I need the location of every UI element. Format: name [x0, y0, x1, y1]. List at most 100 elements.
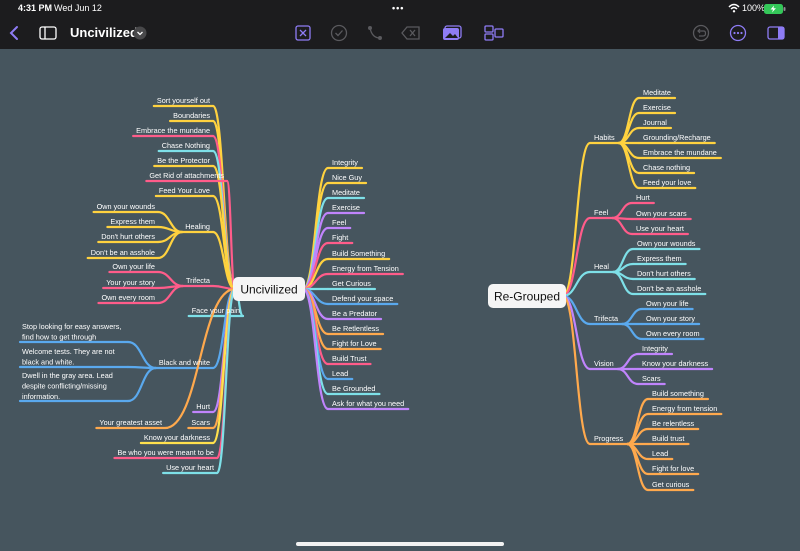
topic-label[interactable]: Embrace the mundane: [136, 126, 210, 135]
topic-label[interactable]: Ask for what you need: [332, 399, 404, 408]
topic-label[interactable]: Don't be an asshole: [91, 248, 155, 257]
topic-label[interactable]: Feel: [332, 218, 347, 227]
topic-label[interactable]: Exercise: [643, 103, 671, 112]
topic-label[interactable]: Get curious: [652, 480, 690, 489]
topic-label[interactable]: Don't be an asshole: [637, 284, 701, 293]
checkmark-circle-icon[interactable]: [328, 22, 350, 44]
topic-label[interactable]: Know your darkness: [642, 359, 708, 368]
topic-label[interactable]: Integrity: [642, 344, 668, 353]
topic-label[interactable]: Use your heart: [166, 463, 214, 472]
connection-icon[interactable]: [364, 22, 386, 44]
topic-label[interactable]: Feed your love: [643, 178, 691, 187]
more-options-icon[interactable]: [727, 22, 749, 44]
topic-label[interactable]: Use your heart: [636, 224, 684, 233]
branch-connector: [616, 367, 640, 386]
topic-label[interactable]: Lead: [332, 369, 348, 378]
topic-label[interactable]: Own your scars: [636, 209, 687, 218]
branch-connector: [611, 262, 635, 274]
topic-label[interactable]: Hurt: [636, 193, 650, 202]
image-icon[interactable]: [441, 22, 463, 44]
topic-label[interactable]: Be Grounded: [332, 384, 375, 393]
topic-label[interactable]: Dwell in the gray area. Lead despite conf…: [22, 371, 113, 401]
title-menu-chevron-down-icon[interactable]: [131, 24, 149, 42]
topic-label[interactable]: Chase nothing: [643, 163, 690, 172]
topic-label[interactable]: Know your darkness: [144, 433, 210, 442]
topic-label[interactable]: Journal: [643, 118, 667, 127]
status-bar: 4:31 PM Wed Jun 12 ••• 100%: [0, 0, 800, 18]
delete-left-icon[interactable]: [400, 22, 422, 44]
topic-label[interactable]: Own every room: [646, 329, 700, 338]
topic-label[interactable]: Scars: [642, 374, 661, 383]
mindmap[interactable]: Sort yourself out Boundaries Embrace the m…: [0, 49, 800, 551]
topic-label[interactable]: Trifecta: [186, 276, 211, 285]
topic-label[interactable]: Own your life: [646, 299, 689, 308]
topic-label[interactable]: Don't hurt others: [637, 269, 691, 278]
topic-label[interactable]: Healing: [185, 222, 210, 231]
topic-label[interactable]: Express them: [110, 217, 155, 226]
topic-label[interactable]: Own every room: [101, 293, 155, 302]
topic-label[interactable]: Energy from Tension: [332, 264, 399, 273]
topic-label[interactable]: Chase Nothing: [162, 141, 210, 150]
sidebar-toggle-icon[interactable]: [37, 22, 59, 44]
topic-label[interactable]: Fight for love: [652, 464, 694, 473]
topic-label[interactable]: Build Something: [332, 249, 385, 258]
topic-label[interactable]: Build trust: [652, 434, 684, 443]
topic-label[interactable]: Meditate: [643, 88, 671, 97]
topic-label[interactable]: Hurt: [196, 402, 210, 411]
topic-label[interactable]: Express them: [637, 254, 682, 263]
topic-label[interactable]: Feel: [594, 208, 609, 217]
topic-label[interactable]: Be relentless: [652, 419, 695, 428]
topic-label[interactable]: Exercise: [332, 203, 360, 212]
topic-label[interactable]: Fight for Love: [332, 339, 377, 348]
topic-label[interactable]: Nice Guy: [332, 173, 362, 182]
topic-label[interactable]: Heal: [594, 262, 609, 271]
topic-label[interactable]: Grounding/Recharge: [643, 133, 711, 142]
topic-label[interactable]: Fight: [332, 233, 348, 242]
topic-label[interactable]: Get Curious: [332, 279, 371, 288]
undo-icon[interactable]: [690, 22, 712, 44]
document-title[interactable]: Uncivilized: [70, 25, 138, 40]
topic-label[interactable]: Get Rid of attachments: [149, 171, 224, 180]
topic-label[interactable]: Lead: [652, 449, 668, 458]
layout-icon[interactable]: [483, 22, 505, 44]
topic-label[interactable]: Embrace the mundane: [643, 148, 717, 157]
topic-label[interactable]: Don't hurt others: [101, 232, 155, 241]
branch-connector: [616, 352, 640, 371]
topic-label[interactable]: Be Retlentless: [332, 324, 379, 333]
topic-label[interactable]: Own your wounds: [637, 239, 696, 248]
topic-label[interactable]: Defend your space: [332, 294, 393, 303]
topic-label[interactable]: Energy from tension: [652, 404, 717, 413]
topic-label[interactable]: Integrity: [332, 158, 358, 167]
topic-label[interactable]: Progress: [594, 434, 624, 443]
topic-label[interactable]: Be the Protector: [157, 156, 210, 165]
topic-label[interactable]: Own your wounds: [97, 202, 156, 211]
topic-label[interactable]: Welcome tests. They are not black and whi…: [22, 347, 115, 367]
back-chevron-icon[interactable]: [3, 22, 25, 44]
topic-label[interactable]: Own your story: [646, 314, 695, 323]
topic-label[interactable]: Build Trust: [332, 354, 366, 363]
topic-label[interactable]: Meditate: [332, 188, 360, 197]
topic-label[interactable]: Stop looking for easy answers, find how t…: [22, 322, 121, 342]
multitasking-dots-icon[interactable]: •••: [392, 3, 404, 13]
topic-label[interactable]: Your greatest asset: [99, 418, 162, 427]
topic-label[interactable]: Vision: [594, 359, 614, 368]
home-indicator[interactable]: [296, 542, 504, 546]
branch-connector: [620, 307, 644, 326]
topic-label[interactable]: Sort yourself out: [157, 96, 210, 105]
topic-label[interactable]: Face your pain: [192, 306, 240, 315]
root-nodes: Uncivilized Re-Grouped: [233, 277, 566, 308]
topic-label[interactable]: Trifecta: [594, 314, 619, 323]
topic-label[interactable]: Own your life: [112, 262, 155, 271]
topic-label[interactable]: Black and white: [159, 358, 210, 367]
inspector-panel-icon[interactable]: [765, 22, 787, 44]
topic-label[interactable]: Build something: [652, 389, 704, 398]
topic-label[interactable]: Habits: [594, 133, 615, 142]
mindmap-canvas[interactable]: Sort yourself out Boundaries Embrace the m…: [0, 49, 800, 551]
topic-label[interactable]: Be a Predator: [332, 309, 378, 318]
topic-label[interactable]: Boundaries: [173, 111, 210, 120]
topic-label[interactable]: Be who you were meant to be: [117, 448, 214, 457]
focus-frame-icon[interactable]: [292, 22, 314, 44]
topic-label[interactable]: Scars: [191, 418, 210, 427]
topic-label[interactable]: Feed Your Love: [159, 186, 210, 195]
topic-label[interactable]: Your your story: [106, 278, 155, 287]
